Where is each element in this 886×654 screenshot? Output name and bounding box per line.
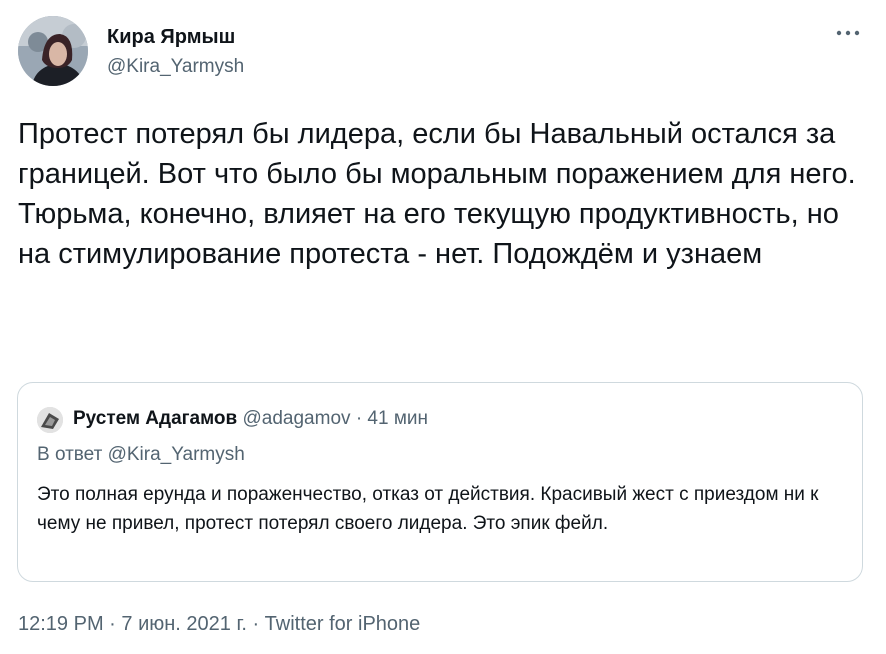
tweet-source[interactable]: Twitter for iPhone xyxy=(265,613,421,635)
quoted-separator: · xyxy=(355,408,363,429)
more-horizontal-icon xyxy=(836,30,860,36)
author-name[interactable]: Кира Ярмыш xyxy=(107,24,244,50)
author-info: Кира Ярмыш @Kira_Yarmysh xyxy=(107,24,244,79)
more-options-button[interactable] xyxy=(836,20,860,40)
author-handle[interactable]: @Kira_Yarmysh xyxy=(107,55,244,79)
footer-separator: · xyxy=(252,613,260,635)
tweet-text: Протест потерял бы лидера, если бы Навал… xyxy=(18,118,856,270)
quoted-author-avatar[interactable] xyxy=(37,407,63,433)
quoted-author-handle: @adagamov xyxy=(242,408,351,429)
quoted-tweet-text: Это полная ерунда и пораженчество, отказ… xyxy=(37,484,819,534)
quoted-tweet-header: Рустем Адагамов @adagamov · 41 мин xyxy=(73,407,428,431)
quoted-tweet-age: 41 мин xyxy=(367,408,429,429)
quoted-author-name: Рустем Адагамов xyxy=(73,408,238,429)
tweet-date[interactable]: 7 июн. 2021 г. xyxy=(121,613,246,635)
tweet-footer: 12:19 PM · 7 июн. 2021 г. · Twitter for … xyxy=(18,611,420,637)
tweet-time[interactable]: 12:19 PM xyxy=(18,613,104,635)
author-avatar[interactable] xyxy=(18,16,88,86)
quoted-tweet[interactable]: Рустем Адагамов @adagamov · 41 мин В отв… xyxy=(17,382,863,582)
quoted-author-avatar-image xyxy=(37,407,63,433)
footer-separator: · xyxy=(109,613,116,635)
author-avatar-image xyxy=(18,16,88,86)
quoted-reply-to: В ответ @Kira_Yarmysh xyxy=(37,444,245,465)
